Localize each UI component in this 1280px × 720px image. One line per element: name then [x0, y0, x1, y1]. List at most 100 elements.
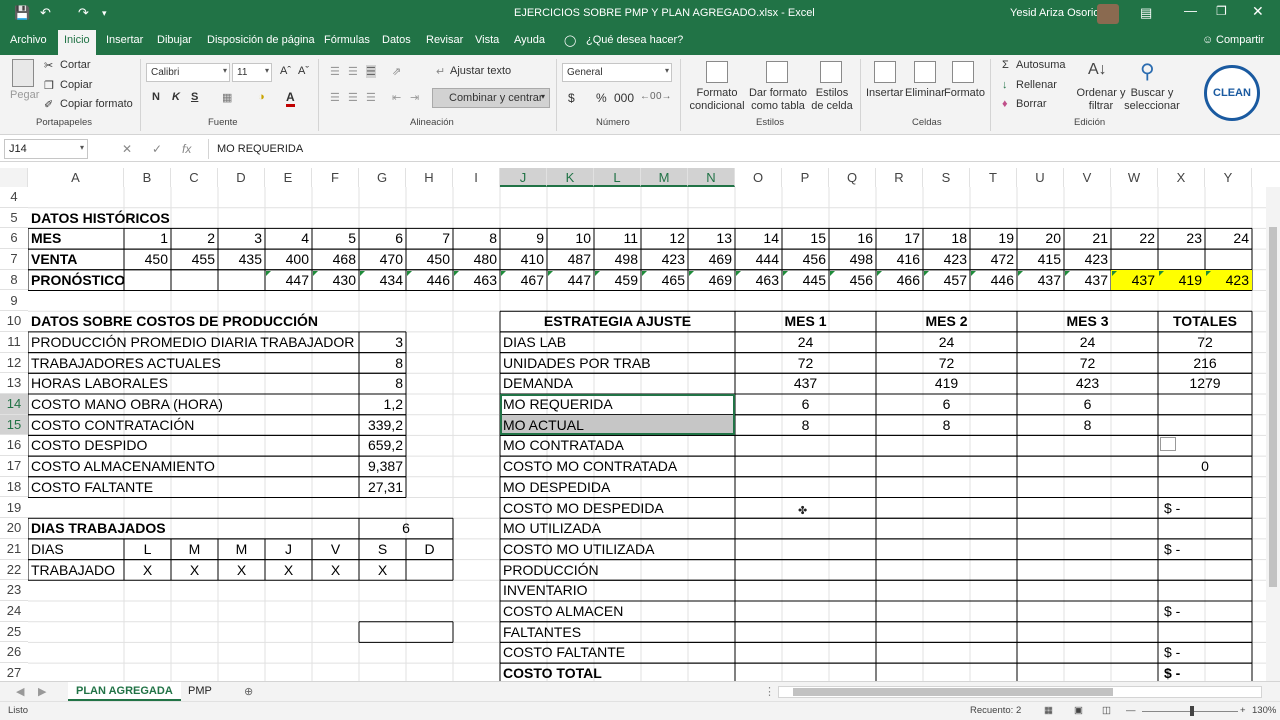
mes1-cell[interactable]: 72: [735, 353, 876, 374]
horizontal-scrollbar[interactable]: [778, 686, 1262, 698]
share-icon[interactable]: ☺: [1202, 34, 1213, 46]
row-header-7[interactable]: 7: [0, 249, 28, 270]
costo-label[interactable]: PRODUCCIÓN PROMEDIO DIARIA TRABAJADOR: [28, 332, 359, 353]
close-icon[interactable]: ✕: [1252, 3, 1264, 20]
tab-dibujar[interactable]: Dibujar: [157, 34, 192, 46]
zoom-level[interactable]: 130%: [1252, 705, 1276, 716]
select-all-button[interactable]: [0, 168, 28, 187]
align-center-icon[interactable]: ☰: [348, 91, 358, 104]
mes2-cell[interactable]: [876, 518, 1017, 539]
mes-label[interactable]: MES: [28, 228, 124, 249]
mes1-cell[interactable]: 437: [735, 373, 876, 394]
column-header-C[interactable]: C: [171, 168, 218, 187]
sheet-tab-pmp[interactable]: PMP: [180, 682, 220, 701]
mes2-cell[interactable]: [876, 560, 1017, 581]
mes-cell[interactable]: 1: [124, 228, 171, 249]
pronostico-cell[interactable]: 465: [641, 270, 688, 291]
tab-ayuda[interactable]: Ayuda: [514, 34, 545, 46]
mes3-cell[interactable]: 423: [1017, 373, 1158, 394]
save-icon[interactable]: 💾: [14, 5, 30, 21]
format-as-table-icon[interactable]: [766, 61, 788, 83]
font-size-select[interactable]: 11 ▾: [232, 63, 272, 82]
venta-cell[interactable]: 450: [406, 249, 453, 270]
column-header-M[interactable]: M: [641, 168, 688, 187]
clear-button[interactable]: Borrar: [1016, 98, 1047, 110]
format-painter-button[interactable]: Copiar formato: [60, 98, 133, 110]
align-bottom-icon[interactable]: ☰: [366, 65, 376, 78]
sort-filter-button[interactable]: Ordenar y filtrar: [1076, 87, 1126, 113]
tab-disposicion[interactable]: Disposición de página: [207, 34, 315, 46]
mes1-cell[interactable]: [735, 560, 876, 581]
sort-filter-icon[interactable]: A↓: [1088, 61, 1107, 79]
mes-cell[interactable]: 24: [1205, 228, 1252, 249]
row-header-26[interactable]: 26: [0, 642, 28, 664]
venta-cell[interactable]: 470: [359, 249, 406, 270]
shrink-font-icon[interactable]: Aˇ: [298, 65, 309, 77]
column-header-Y[interactable]: Y: [1205, 168, 1252, 187]
venta-cell[interactable]: 423: [1064, 249, 1111, 270]
paste-options-icon[interactable]: [1160, 437, 1176, 452]
venta-cell[interactable]: 423: [923, 249, 970, 270]
mes1-cell[interactable]: [735, 477, 876, 498]
column-header-P[interactable]: P: [782, 168, 829, 187]
spreadsheet-grid[interactable]: DATOS HISTÓRICOS MES VENTA PRONÓSTICO 1 2 3 4 5 6…: [28, 187, 1272, 684]
estrategia-label[interactable]: PRODUCCIÓN: [500, 560, 735, 581]
trabajado-label[interactable]: TRABAJADO: [28, 560, 124, 581]
column-header-K[interactable]: K: [547, 168, 594, 187]
align-right-icon[interactable]: ☰: [366, 91, 376, 104]
mes-cell[interactable]: 23: [1158, 228, 1205, 249]
mes1-cell[interactable]: [735, 642, 876, 663]
mes3-cell[interactable]: [1017, 456, 1158, 477]
costo-value[interactable]: 8: [359, 353, 406, 374]
font-color-icon[interactable]: A: [286, 90, 295, 107]
pronostico-cell[interactable]: 456: [829, 270, 876, 291]
costo-value[interactable]: 1,2: [359, 394, 406, 415]
venta-cell[interactable]: 444: [735, 249, 782, 270]
mes-cell[interactable]: 15: [782, 228, 829, 249]
paste-icon[interactable]: [12, 59, 34, 87]
formula-input[interactable]: MO REQUERIDA: [208, 139, 1276, 159]
grow-font-icon[interactable]: Aˆ: [280, 65, 291, 77]
mes2-cell[interactable]: [876, 539, 1017, 560]
increase-decimal-icon[interactable]: ←0: [640, 91, 656, 102]
wrap-text-icon[interactable]: ↵: [436, 65, 445, 78]
find-select-button[interactable]: Buscar y seleccionar: [1122, 87, 1182, 113]
fill-button[interactable]: Rellenar: [1016, 79, 1057, 91]
row-header-20[interactable]: 20: [0, 518, 28, 539]
pronostico-cell[interactable]: 459: [594, 270, 641, 291]
column-header-F[interactable]: F: [312, 168, 359, 187]
mes2-cell[interactable]: [876, 580, 1017, 601]
cut-button[interactable]: Cortar: [60, 59, 91, 71]
costo-value[interactable]: 339,2: [359, 415, 406, 436]
column-header-B[interactable]: B: [124, 168, 171, 187]
totales-cell[interactable]: $ -: [1158, 642, 1252, 663]
find-select-icon[interactable]: ⚲: [1140, 59, 1155, 84]
column-header-H[interactable]: H: [406, 168, 453, 187]
venta-cell[interactable]: 455: [171, 249, 218, 270]
mes-cell[interactable]: 8: [453, 228, 500, 249]
scroll-thumb[interactable]: [1269, 227, 1277, 587]
row-header-22[interactable]: 22: [0, 560, 28, 581]
mes2-cell[interactable]: [876, 642, 1017, 663]
row-header-6[interactable]: 6: [0, 228, 28, 250]
page-layout-icon[interactable]: ▣: [1074, 705, 1083, 716]
estrategia-header[interactable]: MES 2: [876, 311, 1017, 332]
estrategia-label[interactable]: FALTANTES: [500, 622, 735, 643]
totales-cell[interactable]: 216: [1158, 353, 1252, 374]
row-header-21[interactable]: 21: [0, 539, 28, 560]
venta-cell[interactable]: [1111, 249, 1158, 270]
estrategia-header[interactable]: MES 1: [735, 311, 876, 332]
trabajado-cell[interactable]: X: [359, 560, 406, 581]
column-header-X[interactable]: X: [1158, 168, 1205, 187]
zoom-slider-thumb[interactable]: [1190, 706, 1194, 716]
totales-cell[interactable]: 72: [1158, 332, 1252, 353]
venta-cell[interactable]: 469: [688, 249, 735, 270]
pronostico-cell[interactable]: 447: [547, 270, 594, 291]
pronostico-cell[interactable]: 423: [1205, 269, 1252, 291]
mes1-cell[interactable]: [735, 601, 876, 622]
estrategia-label[interactable]: COSTO MO DESPEDIDA: [500, 498, 735, 519]
totales-cell[interactable]: [1158, 518, 1252, 539]
row-header-5[interactable]: 5: [0, 208, 28, 229]
mes3-cell[interactable]: [1017, 435, 1158, 456]
tell-me-input[interactable]: ¿Qué desea hacer?: [586, 34, 683, 46]
